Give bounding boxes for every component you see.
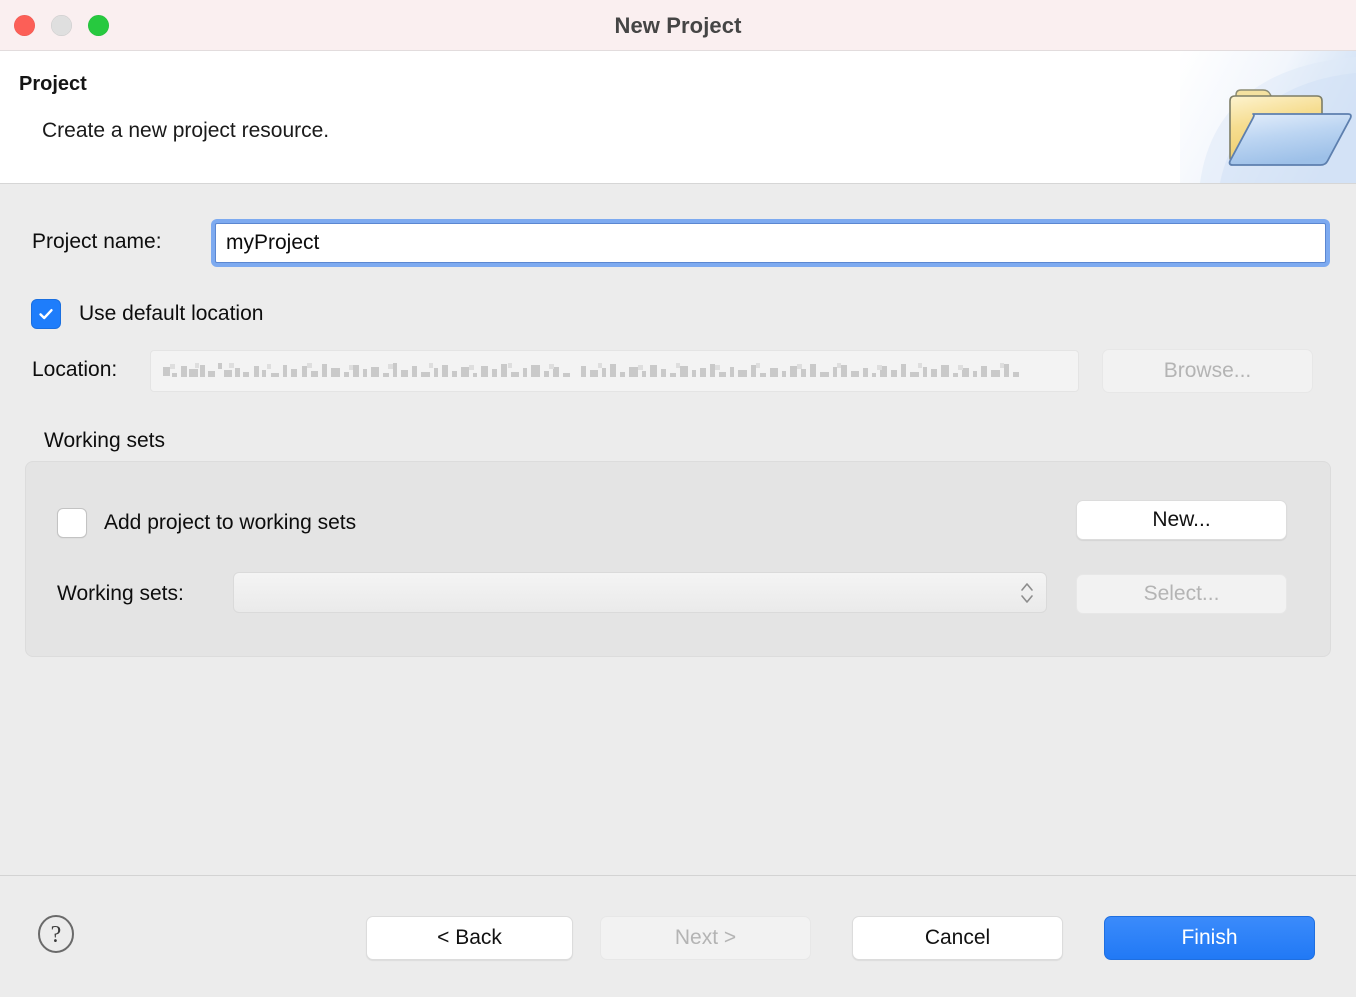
location-input: [150, 350, 1079, 392]
next-button[interactable]: Next >: [600, 916, 811, 960]
redacted-path-text: [161, 359, 1070, 385]
add-project-to-working-sets-checkbox[interactable]: [57, 508, 87, 538]
working-sets-label: Working sets:: [57, 582, 184, 605]
working-sets-group: [25, 461, 1331, 657]
question-mark-icon: ?: [38, 915, 74, 953]
finish-button[interactable]: Finish: [1104, 916, 1315, 960]
location-label: Location:: [32, 358, 118, 381]
working-sets-group-caption: Working sets: [44, 429, 165, 452]
cancel-button[interactable]: Cancel: [852, 916, 1063, 960]
working-sets-combobox[interactable]: [233, 572, 1047, 613]
add-project-to-working-sets-label: Add project to working sets: [104, 511, 357, 534]
project-name-input[interactable]: [215, 223, 1326, 263]
chevron-up-down-icon: [1021, 582, 1033, 603]
window-titlebar: New Project: [0, 0, 1356, 51]
page-title: Project: [19, 73, 87, 95]
use-default-location-label: Use default location: [79, 302, 264, 325]
new-working-set-button[interactable]: New...: [1076, 500, 1287, 540]
page-description: Create a new project resource.: [42, 119, 330, 142]
back-button[interactable]: < Back: [366, 916, 573, 960]
open-folder-icon: [1180, 51, 1356, 183]
project-name-label: Project name:: [32, 230, 162, 253]
use-default-location-checkbox[interactable]: [31, 299, 61, 329]
checkmark-icon: [39, 309, 53, 320]
select-working-set-button[interactable]: Select...: [1076, 574, 1287, 614]
dialog-footer: ? < Back Next > Cancel Finish: [0, 875, 1356, 997]
use-default-location-row[interactable]: Use default location: [31, 299, 263, 329]
project-name-field-focus-ring: [211, 219, 1330, 267]
wizard-header: Project Create a new project resource.: [0, 51, 1356, 184]
window-title: New Project: [614, 13, 742, 38]
svg-text:?: ?: [51, 922, 62, 948]
help-button[interactable]: ?: [36, 914, 76, 954]
browse-button[interactable]: Browse...: [1102, 349, 1313, 393]
new-project-dialog: New Project Project Create a new project…: [0, 0, 1356, 997]
add-project-to-working-sets-row[interactable]: Add project to working sets: [57, 508, 356, 538]
